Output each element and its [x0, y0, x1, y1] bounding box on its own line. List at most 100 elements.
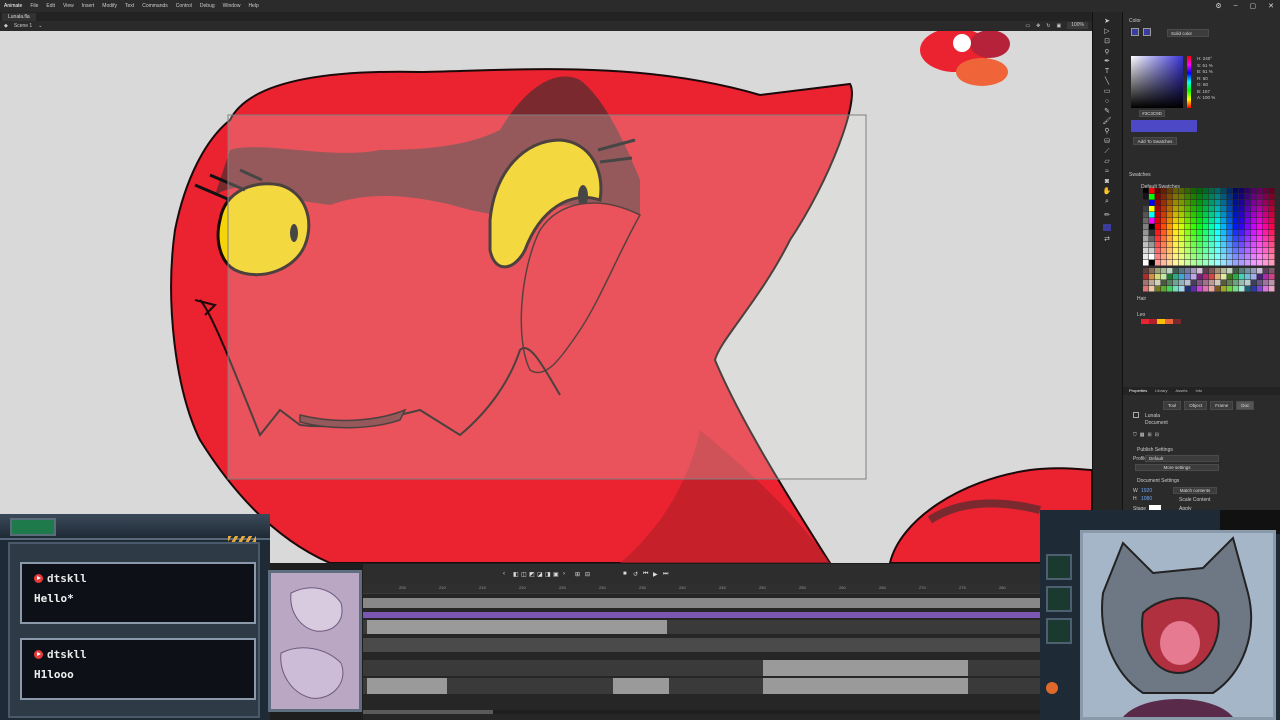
swatch-cell[interactable] — [1167, 206, 1173, 212]
swatch-cell[interactable] — [1215, 254, 1221, 260]
swatch-cell[interactable] — [1251, 248, 1257, 254]
swatch-cell[interactable] — [1155, 206, 1161, 212]
swatch-cell[interactable] — [1209, 236, 1215, 242]
swatch-cell[interactable] — [1155, 236, 1161, 242]
swatch-cell[interactable] — [1209, 194, 1215, 200]
swatch-cell[interactable] — [1269, 254, 1275, 260]
swatch-cell[interactable] — [1179, 254, 1185, 260]
onion-icon[interactable]: ◧ — [513, 571, 519, 578]
swatch-cell[interactable] — [1203, 254, 1209, 260]
swatch-cell[interactable] — [1215, 212, 1221, 218]
keyframe-span[interactable] — [367, 678, 447, 694]
swatch-cell[interactable] — [1143, 194, 1149, 200]
swatch-cell[interactable] — [1221, 200, 1227, 206]
swatch-cell[interactable] — [1173, 286, 1179, 292]
paint-bucket-icon[interactable]: ⛁ — [1102, 138, 1112, 146]
swatch-cell[interactable] — [1149, 260, 1155, 266]
snap-icon[interactable]: ⊞ — [1148, 432, 1152, 438]
swatch-cell[interactable] — [1263, 286, 1269, 292]
swatch-cell[interactable] — [1143, 236, 1149, 242]
swatch-cell[interactable] — [1203, 218, 1209, 224]
swatch-cell[interactable] — [1185, 274, 1191, 280]
menu-edit[interactable]: Edit — [46, 3, 55, 9]
swatch-cell[interactable] — [1173, 206, 1179, 212]
swatch-cell[interactable] — [1179, 194, 1185, 200]
swatch-cell[interactable] — [1221, 274, 1227, 280]
swatch-group-leo[interactable]: Leo — [1137, 312, 1145, 318]
swatch-cell[interactable] — [1221, 268, 1227, 274]
swatch-cell[interactable] — [1203, 268, 1209, 274]
swatch-cell[interactable] — [1209, 286, 1215, 292]
swatch-cell[interactable] — [1155, 268, 1161, 274]
swatch-cell[interactable] — [1191, 218, 1197, 224]
swatch-cell[interactable] — [1185, 194, 1191, 200]
swatch-cell[interactable] — [1197, 260, 1203, 266]
swatch-cell[interactable] — [1209, 268, 1215, 274]
swatch-cell[interactable] — [1239, 268, 1245, 274]
onion-markers-icon[interactable]: ◪ — [537, 571, 543, 578]
swatch-cell[interactable] — [1191, 280, 1197, 286]
swatch-cell[interactable] — [1245, 218, 1251, 224]
swatch-cell[interactable] — [1179, 206, 1185, 212]
subtab-object[interactable]: Object — [1184, 401, 1208, 410]
timeline-track-4[interactable] — [363, 660, 1040, 676]
swatch-cell[interactable] — [1197, 188, 1203, 194]
swatch-cell[interactable] — [1173, 230, 1179, 236]
swatch-cell[interactable] — [1191, 200, 1197, 206]
swatch-cell[interactable] — [1227, 242, 1233, 248]
swatch-cell[interactable] — [1269, 286, 1275, 292]
swatch-cell[interactable] — [1245, 260, 1251, 266]
fill-color-icon[interactable] — [1102, 224, 1112, 232]
swatch-cell[interactable] — [1191, 260, 1197, 266]
pen-tool-icon[interactable]: ✒ — [1102, 58, 1112, 66]
swatch-cell[interactable] — [1245, 200, 1251, 206]
swatch-cell[interactable] — [1161, 254, 1167, 260]
swatch-cell[interactable] — [1269, 212, 1275, 218]
swatch-cell[interactable] — [1185, 242, 1191, 248]
eraser-tool-icon[interactable]: ▱ — [1102, 158, 1112, 166]
swatch-cell[interactable] — [1155, 188, 1161, 194]
swatch-cell[interactable] — [1215, 188, 1221, 194]
swatch-cell[interactable] — [1257, 212, 1263, 218]
swatch-cell[interactable] — [1221, 194, 1227, 200]
chevron-down-icon[interactable]: ⌄ — [38, 23, 42, 29]
swatch-cell[interactable] — [1263, 268, 1269, 274]
swatch-cell[interactable] — [1167, 280, 1173, 286]
swatch-cell[interactable] — [1185, 188, 1191, 194]
swatch-cell[interactable] — [1233, 274, 1239, 280]
swatch-cell[interactable] — [1143, 224, 1149, 230]
swatch-cell[interactable] — [1173, 212, 1179, 218]
transform-tool-icon[interactable]: ⊡ — [1102, 38, 1112, 46]
swatch-cell[interactable] — [1203, 248, 1209, 254]
swatch-cell[interactable] — [1263, 194, 1269, 200]
swatch-cell[interactable] — [1233, 218, 1239, 224]
swatch-cell[interactable] — [1215, 194, 1221, 200]
swatch-cell[interactable] — [1239, 194, 1245, 200]
swatch-cell[interactable] — [1215, 200, 1221, 206]
hex-input[interactable]: #3C3C9D — [1139, 110, 1165, 117]
swatch-cell[interactable] — [1161, 218, 1167, 224]
swatch-cell[interactable] — [1209, 274, 1215, 280]
swatch-cell[interactable] — [1179, 280, 1185, 286]
swatch-cell[interactable] — [1257, 194, 1263, 200]
swatch-cell[interactable] — [1149, 212, 1155, 218]
swatch-cell[interactable] — [1161, 200, 1167, 206]
swatch-cell[interactable] — [1149, 218, 1155, 224]
swatch-cell[interactable] — [1233, 248, 1239, 254]
menu-view[interactable]: View — [63, 3, 74, 9]
swatch-cell[interactable] — [1227, 212, 1233, 218]
swatch-cell[interactable] — [1251, 260, 1257, 266]
swatch-cell[interactable] — [1191, 248, 1197, 254]
swatch-cell[interactable] — [1191, 254, 1197, 260]
swatch-cell[interactable] — [1251, 218, 1257, 224]
swatch-cell[interactable] — [1245, 224, 1251, 230]
swatch-cell[interactable] — [1239, 274, 1245, 280]
swatch-cell[interactable] — [1269, 248, 1275, 254]
rotate-icon[interactable]: ↻ — [1046, 23, 1050, 29]
swatch-cell[interactable] — [1245, 268, 1251, 274]
swatch-cell[interactable] — [1227, 286, 1233, 292]
swatch-cell[interactable] — [1239, 260, 1245, 266]
swatch-cell[interactable] — [1143, 268, 1149, 274]
edit-multiple-icon[interactable]: ◩ — [529, 571, 535, 578]
more-settings-button[interactable]: More settings — [1135, 464, 1219, 471]
